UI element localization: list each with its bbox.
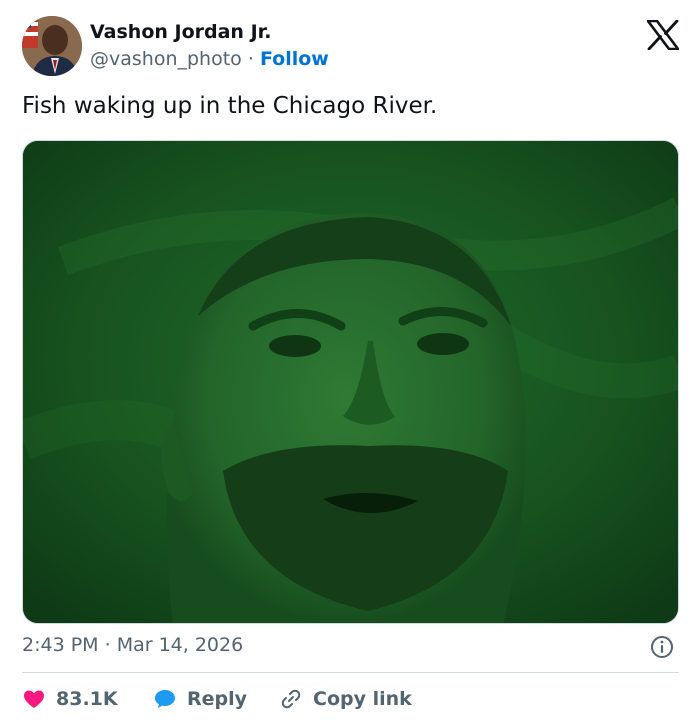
tweet-date: Mar 14, 2026 [116, 634, 244, 656]
avatar[interactable] [22, 16, 82, 76]
timestamp-separator: · [104, 634, 111, 656]
tweet-card: Vashon Jordan Jr. @vashon_photo · Follow… [0, 0, 700, 725]
author-name[interactable]: Vashon Jordan Jr. [90, 21, 272, 43]
tweet-time: 2:43 PM [22, 634, 99, 656]
like-button[interactable]: 83.1K [22, 685, 118, 713]
divider [22, 672, 679, 673]
follow-button[interactable]: Follow [260, 48, 329, 70]
tweet-text: Fish waking up in the Chicago River. [22, 93, 438, 119]
tweet-media[interactable] [22, 140, 679, 624]
tweet-timestamp[interactable]: 2:43 PM · Mar 14, 2026 [22, 634, 243, 656]
handle-separator: · [247, 48, 254, 70]
action-bar: 83.1K Reply Copy link [22, 685, 679, 713]
info-icon[interactable] [650, 635, 674, 659]
link-icon [279, 687, 303, 711]
like-count: 83.1K [56, 688, 118, 710]
heart-icon [22, 687, 46, 711]
x-logo-icon[interactable] [646, 19, 680, 51]
copy-link-button[interactable]: Copy link [279, 685, 412, 713]
tweet-header: Vashon Jordan Jr. @vashon_photo · Follow [22, 16, 682, 78]
author-handle-row: @vashon_photo · Follow [90, 48, 329, 70]
avatar-image [22, 16, 82, 76]
reply-button[interactable]: Reply [153, 685, 247, 713]
media-still [23, 141, 678, 623]
author-handle[interactable]: @vashon_photo [90, 48, 242, 70]
speech-bubble-icon [153, 687, 177, 711]
copy-link-label: Copy link [313, 688, 412, 710]
reply-label: Reply [187, 688, 248, 710]
